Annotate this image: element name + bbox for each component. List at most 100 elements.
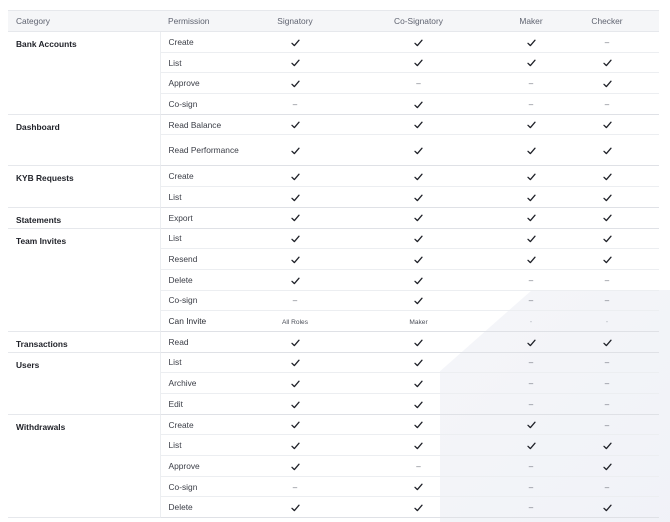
check-icon (526, 147, 536, 155)
check-icon (526, 214, 536, 222)
checker-check-cell (555, 72, 659, 95)
co-signatory-value-cell: – (330, 455, 507, 477)
check-icon (602, 59, 612, 67)
check-icon (526, 121, 536, 129)
co-signatory-value-cell: Maker (330, 310, 507, 332)
table-row: Transactions Read (8, 331, 659, 353)
dash-icon: – (528, 399, 534, 409)
maker-check-cell (507, 186, 555, 208)
check-icon (290, 339, 300, 347)
check-icon (414, 401, 423, 409)
signatory-check-cell (260, 134, 330, 167)
dash-icon: – (528, 379, 534, 389)
co-signatory-check-cell (330, 114, 507, 136)
dash-icon: – (604, 37, 610, 47)
signatory-check-cell (260, 72, 330, 95)
maker-check-cell (507, 414, 555, 436)
signatory-check-cell (260, 393, 330, 415)
category-cell: Bank Accounts (8, 31, 160, 115)
table-row: Statements Export (8, 207, 659, 229)
checker-check-cell (555, 331, 659, 353)
maker-check-cell (507, 228, 555, 250)
check-icon (414, 147, 423, 155)
category-cell: KYB Requests (8, 165, 160, 208)
permission-cell: Approve (159, 72, 260, 95)
check-icon (414, 59, 423, 67)
check-icon (602, 80, 612, 88)
check-icon (290, 359, 300, 367)
co-signatory-check-cell (330, 165, 507, 188)
maker-value-cell: – (507, 269, 555, 291)
table-row: Team Invites List (8, 228, 659, 332)
check-icon (290, 194, 300, 202)
dash-icon: – (604, 399, 610, 409)
co-signatory-check-cell (330, 393, 507, 415)
check-icon (526, 173, 536, 181)
dash-icon: – (416, 79, 421, 89)
permission-cell: Resend (159, 248, 260, 270)
checker-check-cell (555, 248, 659, 270)
check-icon (602, 504, 612, 512)
dash-icon: – (528, 461, 534, 471)
maker-value-cell: – (507, 352, 555, 374)
check-icon (290, 80, 300, 88)
check-icon (414, 256, 423, 264)
dash-icon: – (604, 379, 610, 389)
maker-value-cell: – (507, 476, 555, 498)
check-icon (414, 339, 423, 347)
signatory-check-cell (260, 228, 330, 250)
maker-check-cell (507, 114, 555, 136)
dash-icon: - (529, 317, 533, 327)
column-header-permission: Permission (160, 10, 260, 32)
dash-icon: – (604, 420, 610, 430)
checker-value-cell: – (555, 93, 659, 115)
check-icon (602, 256, 612, 264)
category-cell: Statements (8, 207, 160, 229)
permission-cell: List (159, 186, 260, 208)
dash-icon: – (528, 99, 534, 109)
signatory-check-cell (260, 331, 330, 353)
permission-cell: Read (159, 331, 260, 353)
check-icon (414, 194, 423, 202)
signatory-check-cell (260, 269, 330, 291)
check-icon (602, 235, 612, 243)
maker-value-cell: – (507, 93, 555, 115)
dash-icon: – (292, 482, 298, 492)
co-signatory-check-cell (330, 290, 507, 312)
check-icon (414, 380, 423, 388)
column-header-co-signatory: Co-Signatory (330, 10, 507, 32)
signatory-check-cell (260, 114, 330, 136)
dash-icon: – (604, 99, 610, 109)
check-icon (602, 463, 612, 471)
check-icon (290, 147, 300, 155)
category-cell: Team Invites (8, 228, 160, 332)
checker-value-cell: – (555, 393, 659, 415)
co-signatory-check-cell (330, 414, 507, 436)
check-icon (290, 121, 300, 129)
co-signatory-check-cell (330, 52, 507, 74)
co-signatory-check-cell (330, 228, 507, 250)
check-icon (414, 483, 423, 491)
check-icon (602, 121, 612, 129)
category-cell: Dashboard (8, 114, 160, 167)
signatory-value-cell: – (260, 290, 330, 312)
check-icon (414, 421, 423, 429)
maker-value-cell: - (507, 310, 555, 332)
check-icon (290, 173, 300, 181)
permission-cell: List (159, 52, 260, 74)
check-icon (602, 339, 612, 347)
dash-icon: – (528, 358, 534, 368)
maker-value-cell: – (507, 393, 555, 415)
dash-icon: – (528, 79, 534, 89)
checker-check-cell (555, 207, 659, 229)
check-icon (414, 359, 423, 367)
checker-check-cell (555, 186, 659, 208)
category-cell: Transactions (8, 331, 160, 353)
permission-cell: Read Balance (159, 114, 260, 136)
signatory-check-cell (260, 352, 330, 374)
check-icon (414, 277, 423, 285)
check-icon (602, 194, 612, 202)
dash-icon: – (604, 275, 610, 285)
permission-cell: Archive (159, 372, 260, 394)
permission-cell: Edit (159, 393, 260, 415)
